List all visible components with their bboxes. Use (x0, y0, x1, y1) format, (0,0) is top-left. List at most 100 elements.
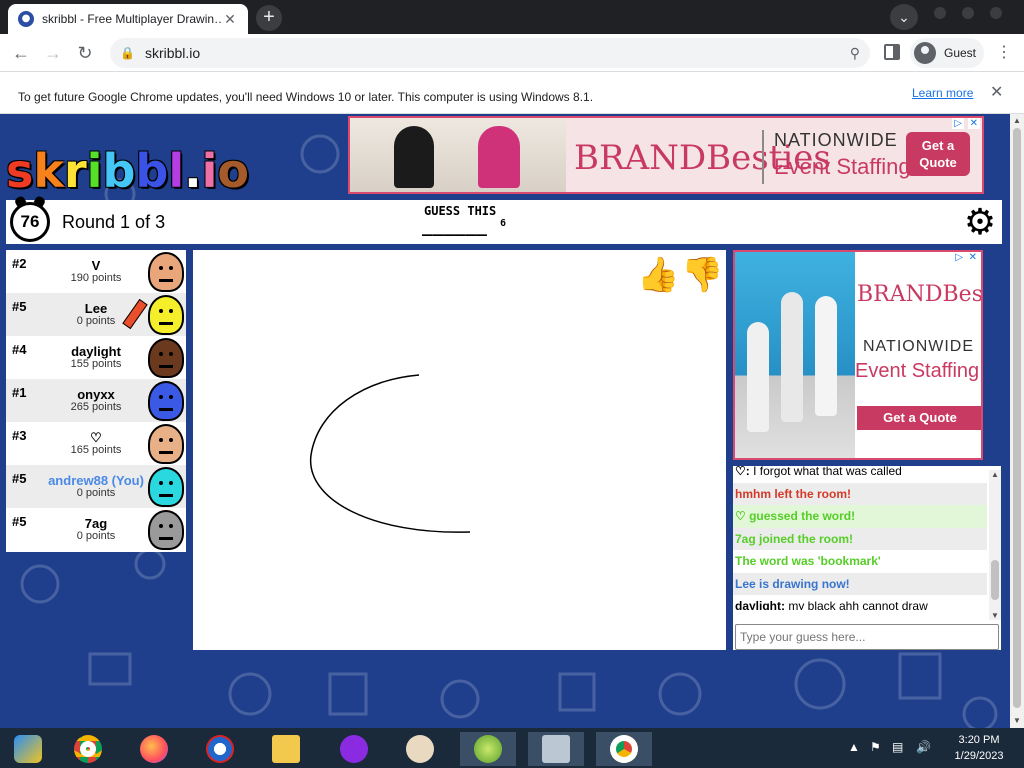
avatar-eye (169, 352, 173, 356)
player-rank: #5 (12, 471, 27, 486)
chat-text: my black ahh cannot draw (785, 599, 928, 610)
ad-photo (350, 118, 566, 192)
forward-icon[interactable]: → (40, 40, 66, 66)
adchoices-icon[interactable]: ▷ (952, 118, 964, 129)
close-window-button[interactable] (990, 7, 1002, 19)
drawing-canvas[interactable]: 👍 👎 (193, 250, 726, 650)
new-tab-button[interactable]: + (256, 5, 282, 31)
player-avatar (148, 467, 184, 507)
taskbar-app[interactable] (528, 732, 584, 766)
taskbar-app[interactable] (392, 732, 448, 766)
learn-more-link[interactable]: Learn more (912, 86, 973, 100)
ad-close-icon[interactable]: ✕ (966, 252, 979, 263)
player-row[interactable]: #5 7ag 0 points (6, 508, 186, 551)
player-row[interactable]: #2 V 190 points (6, 250, 186, 293)
maximize-button[interactable] (962, 7, 974, 19)
ad-person (478, 126, 520, 188)
player-rank: #2 (12, 256, 27, 271)
thumbs-up-icon[interactable]: 👍 (637, 256, 679, 294)
menu-icon[interactable]: ⋮ (994, 40, 1014, 66)
ad-line1: NATIONWIDE (774, 130, 898, 150)
avatar-eye (169, 395, 173, 399)
chat-scrollbar[interactable]: ▲ ▼ (989, 470, 1001, 620)
banner-ad[interactable]: BRANDBesties NATIONWIDE Event Staffing G… (348, 116, 984, 194)
lock-icon[interactable]: 🔒 (120, 46, 135, 60)
drawn-stroke (310, 374, 471, 533)
scroll-down-icon[interactable]: ▼ (1013, 716, 1021, 725)
ad-cta-button[interactable]: Get a Quote (857, 406, 981, 430)
adchoices-icon[interactable]: ▷ (953, 252, 965, 263)
chat-author: daylight: (735, 599, 785, 610)
taskbar-chrome[interactable] (60, 732, 116, 766)
taskbar-app[interactable] (460, 732, 516, 766)
chat-log[interactable]: ♡: I forgot what that was called hmhm lef… (733, 460, 987, 610)
avatar-eye (159, 309, 163, 313)
ad-cta-button[interactable]: Get a Quote (906, 132, 970, 176)
avatar-eye (169, 309, 173, 313)
ad-close-icon[interactable]: ✕ (967, 118, 980, 129)
show-hidden-icons[interactable]: ▲ (848, 740, 860, 754)
scroll-down-icon[interactable]: ▼ (991, 611, 999, 620)
player-points: 165 points (70, 444, 122, 456)
scroll-up-icon[interactable]: ▲ (991, 470, 999, 479)
player-row[interactable]: #5 andrew88 (You) 0 points (6, 465, 186, 508)
taskbar-chrome-active[interactable] (596, 732, 652, 766)
scroll-thumb[interactable] (1013, 128, 1021, 708)
player-row[interactable]: #3 ♡ 165 points (6, 422, 186, 465)
guess-input[interactable] (735, 624, 999, 650)
system-clock[interactable]: 3:20 PM 1/29/2023 (946, 732, 1012, 764)
close-icon[interactable]: ✕ (990, 82, 1003, 102)
taskbar-firefox[interactable] (126, 732, 182, 766)
lime-icon (474, 735, 502, 763)
volume-icon[interactable]: 🔊 (916, 740, 931, 754)
skribbl-favicon-icon: ● (18, 11, 34, 27)
tab-title: skribbl - Free Multiplayer Drawin… (42, 12, 222, 26)
taskbar-explorer[interactable] (258, 732, 314, 766)
flag-icon[interactable]: ⚑ (870, 740, 881, 754)
avatar-eye (159, 395, 163, 399)
zoom-icon[interactable]: ⚲ (850, 45, 860, 62)
scroll-up-icon[interactable]: ▲ (1013, 116, 1021, 125)
network-icon[interactable]: ▤ (892, 740, 903, 754)
update-infobar: To get future Google Chrome updates, you… (0, 72, 1024, 114)
player-row[interactable]: #4 daylight 155 points (6, 336, 186, 379)
browser-tab[interactable]: ● skribbl - Free Multiplayer Drawin… ✕ (8, 4, 248, 34)
taskbar-app[interactable] (326, 732, 382, 766)
avatar-mouth (159, 279, 173, 282)
close-icon[interactable]: ✕ (222, 11, 238, 28)
player-row[interactable]: #5 Lee 0 points (6, 293, 186, 336)
monitor-icon (542, 735, 570, 763)
player-points: 190 points (70, 272, 122, 284)
browser-tab-strip: ● skribbl - Free Multiplayer Drawin… ✕ +… (0, 0, 1024, 34)
minimize-button[interactable] (934, 7, 946, 19)
avatar-eye (169, 481, 173, 485)
side-panel-icon[interactable] (884, 44, 900, 60)
player-points: 155 points (70, 358, 122, 370)
taskbar-app[interactable] (192, 732, 248, 766)
thumbs-down-icon[interactable]: 👎 (681, 256, 723, 294)
profile-button[interactable]: Guest (910, 38, 984, 68)
player-row[interactable]: #1 onyxx 265 points (6, 379, 186, 422)
windows-taskbar: ▲ ⚑ ▤ 🔊 3:20 PM 1/29/2023 (0, 728, 1024, 768)
player-avatar (148, 424, 184, 464)
chat-message: daylight: my black ahh cannot draw (733, 595, 987, 610)
side-ad[interactable]: BRANDBesties NATIONWIDE Event Staffing G… (733, 250, 983, 460)
ad-divider (762, 130, 764, 184)
settings-gear-icon[interactable]: ⚙ (962, 204, 998, 240)
address-bar[interactable]: 🔒 skribbl.io ⚲ (110, 38, 870, 68)
ad-line2: Event Staffing (774, 154, 911, 179)
url-text[interactable]: skribbl.io (145, 45, 850, 61)
avatar (914, 42, 936, 64)
windows-logo-icon (14, 735, 42, 763)
tab-search-button[interactable]: ⌄ (890, 4, 918, 30)
start-button[interactable] (0, 732, 56, 766)
logo-letter: k (33, 144, 64, 198)
reload-icon[interactable]: ↻ (72, 40, 98, 66)
avatar-mouth (159, 365, 173, 368)
back-icon[interactable]: ← (8, 40, 34, 66)
scroll-thumb[interactable] (991, 560, 999, 600)
avatar-mouth (159, 537, 173, 540)
page-scrollbar[interactable]: ▲ ▼ (1010, 114, 1024, 728)
ad-person (781, 292, 803, 422)
player-name: 7ag (84, 516, 108, 531)
